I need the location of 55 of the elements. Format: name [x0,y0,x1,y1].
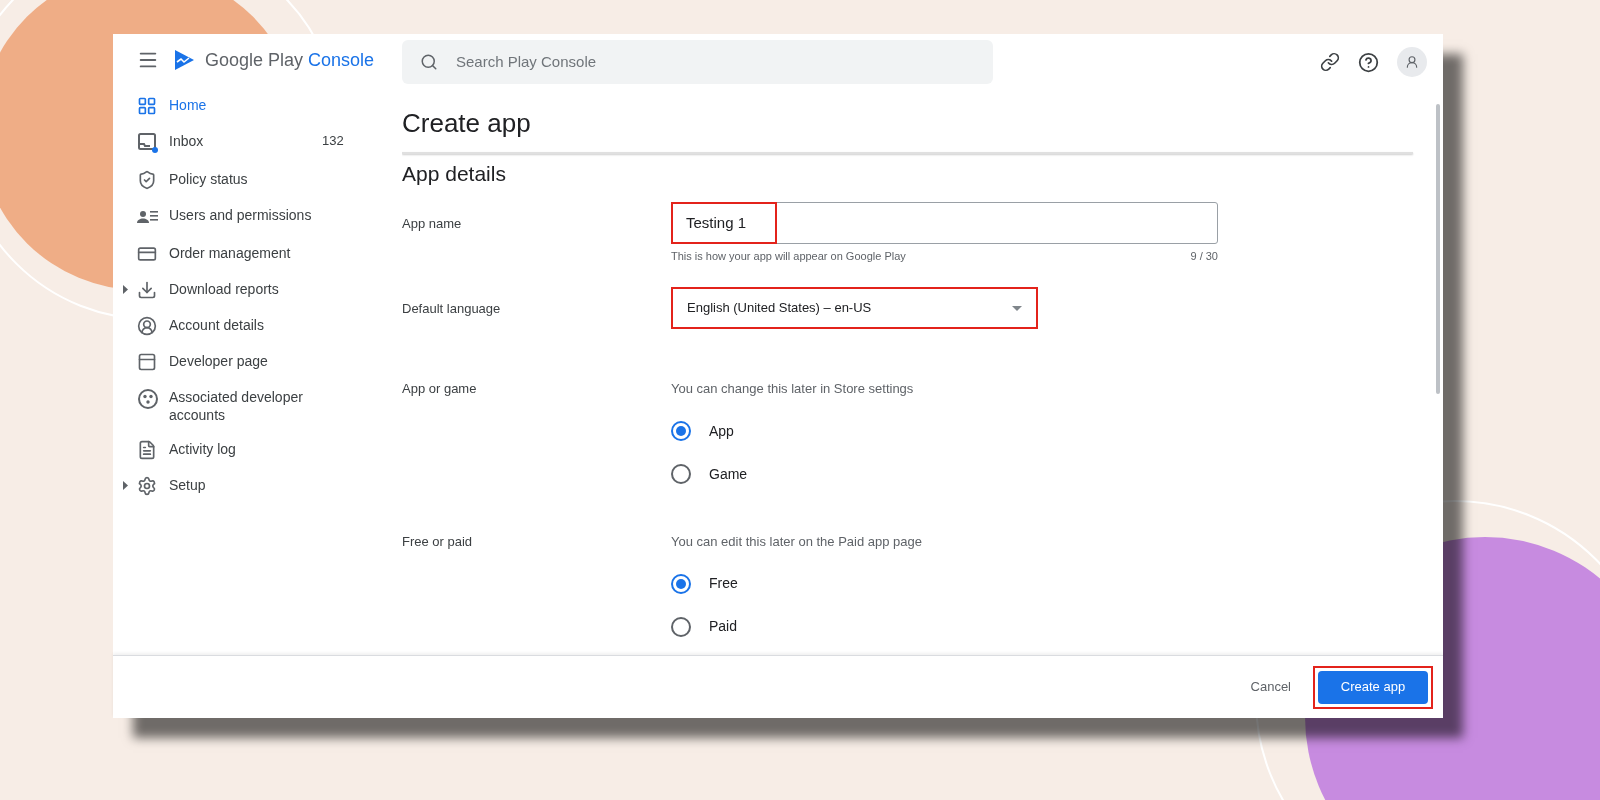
field-hint: This is how your app will appear on Google Play [671,248,906,264]
search-icon [420,53,438,71]
radio-label: Free [709,574,738,593]
radio-label: App [709,421,734,441]
radio-button[interactable] [671,464,691,484]
search-field[interactable]: Search Play Console [402,40,993,84]
field-label: App name [402,214,463,233]
sidebar-item[interactable]: Inbox 132 [113,124,402,162]
expand-arrow-icon[interactable] [122,481,128,490]
cancel-button[interactable]: Cancel [1244,669,1297,705]
sidebar-item[interactable]: Policy status [113,162,402,198]
item-count: 132 [322,132,344,150]
radio-button[interactable] [671,421,691,441]
field-hint: You can change this later in Store settings [671,380,914,398]
sidebar-item[interactable]: Users and permissions [113,198,402,236]
shield-check-icon [137,170,157,190]
logo-product: Console [308,48,375,72]
circle-dots-icon [137,388,159,410]
webpage-icon [137,352,157,372]
sidebar-item[interactable]: Developer page [113,344,402,380]
field-label: App or game [402,380,478,398]
card-icon [137,244,157,264]
radio-button[interactable] [671,616,691,637]
caret-icon [1012,305,1022,311]
inbox-icon [137,132,159,154]
field-hint: You can edit this later on the Paid app page [671,532,923,551]
radio-button[interactable] [671,573,691,594]
sidebar-item[interactable]: Order management [113,236,402,272]
avatar[interactable] [1397,47,1427,77]
expand-arrow-icon[interactable] [122,285,128,294]
settings-icon [137,476,157,496]
language-dropdown[interactable]: English (United States) – en-US [671,287,1038,329]
download-icon [137,280,157,300]
sidebar-item[interactable]: Download reports [113,272,402,308]
sidebar-item[interactable]: Associated developer accounts [113,380,402,432]
page-title: Create app [402,107,532,140]
grid-icon [137,96,157,116]
search-input[interactable]: Search Play Console [456,50,975,74]
account-icon [137,316,157,336]
field-label: Default language [402,300,502,318]
field-label: Free or paid [402,532,474,551]
create-app-button[interactable]: Create app [1318,670,1428,704]
sidebar-item[interactable]: Account details [113,308,402,344]
help-icon[interactable] [1358,51,1379,73]
sidebar-item[interactable]: Home [113,88,402,124]
logo-icon [173,49,195,71]
radio-label: Paid [709,617,738,636]
sidebar-item[interactable]: Setup [113,468,402,504]
link-icon[interactable] [1320,52,1340,72]
logo-text: Google Play [205,48,304,72]
sidebar-item[interactable]: Activity log [113,432,402,468]
document-icon [137,440,157,460]
radio-label: Game [709,464,748,484]
character-counter: 9 / 30 [1190,248,1218,264]
section-heading: App details [402,161,507,187]
